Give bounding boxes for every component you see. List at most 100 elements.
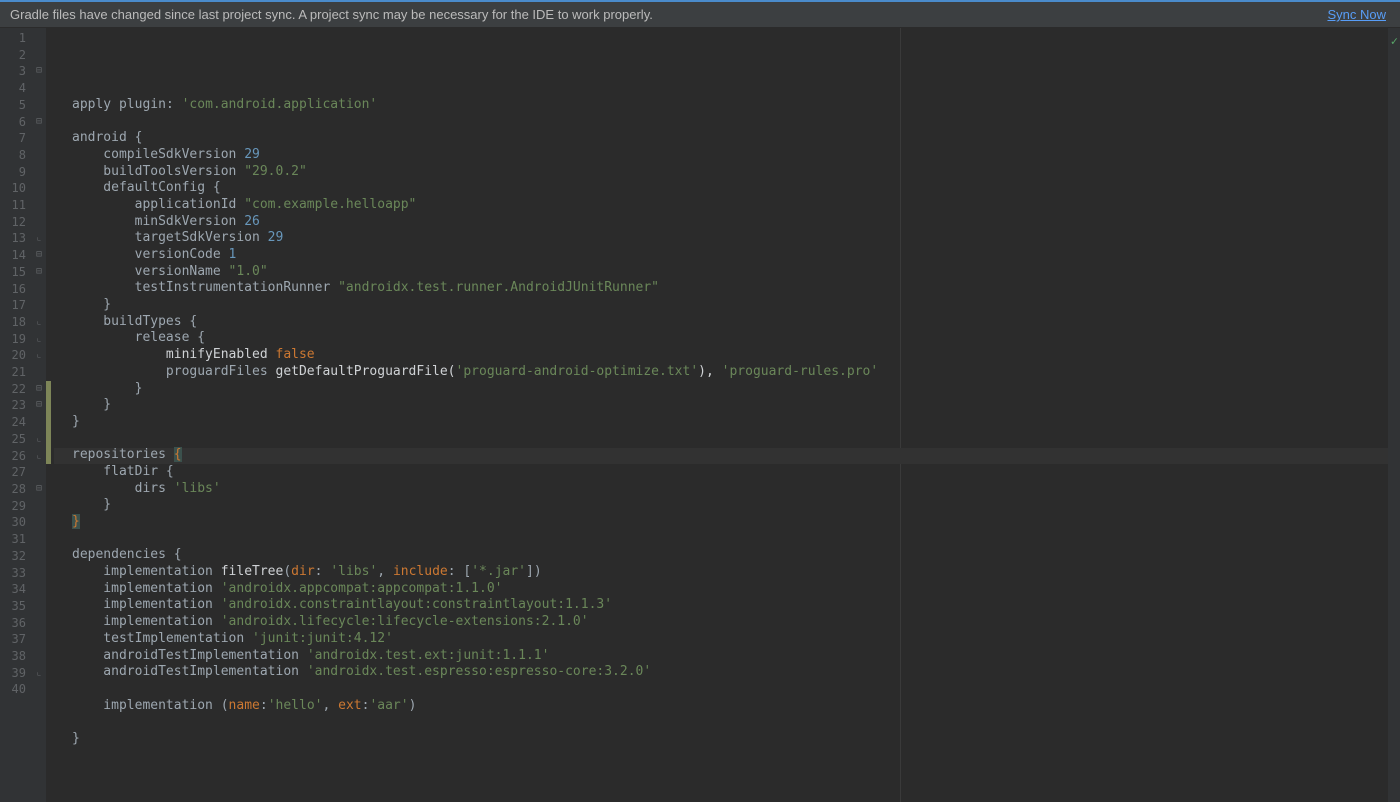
token: ), (698, 364, 721, 379)
token: } (72, 414, 80, 429)
token: 'androidx.appcompat:appcompat:1.1.0' (221, 581, 503, 596)
code-line[interactable]: androidTestImplementation 'androidx.test… (54, 648, 1388, 665)
code-line[interactable]: } (54, 397, 1388, 414)
code-editor[interactable]: 1234567891011121314151617181920212223242… (0, 28, 1400, 802)
code-line[interactable]: flatDir { (54, 464, 1388, 481)
token: 'androidx.test.espresso:espresso-core:3.… (307, 664, 651, 679)
code-line[interactable]: implementation 'androidx.lifecycle:lifec… (54, 614, 1388, 631)
token: androidTestImplementation (72, 664, 307, 679)
code-line[interactable]: repositories { (54, 447, 1388, 464)
code-line[interactable]: defaultConfig { (54, 180, 1388, 197)
code-line[interactable] (54, 714, 1388, 731)
fold-open-icon[interactable]: ⊟ (34, 66, 44, 76)
token: plugin (119, 97, 166, 112)
token: , (377, 564, 393, 579)
token: implementation (72, 564, 221, 579)
fold-open-icon[interactable]: ⊟ (34, 267, 44, 277)
code-line[interactable]: implementation (name:'hello', ext:'aar') (54, 698, 1388, 715)
token: release (72, 330, 197, 345)
code-line[interactable]: } (54, 414, 1388, 431)
code-line[interactable]: buildToolsVersion "29.0.2" (54, 164, 1388, 181)
fold-close-icon[interactable]: ⌞ (34, 668, 44, 678)
fold-close-icon[interactable]: ⌞ (34, 350, 44, 360)
fold-open-icon[interactable]: ⊟ (34, 484, 44, 494)
code-line[interactable]: dependencies { (54, 547, 1388, 564)
token: 26 (244, 214, 260, 229)
code-line[interactable]: implementation fileTree(dir: 'libs', inc… (54, 564, 1388, 581)
token: versionCode (72, 247, 229, 262)
token: } (72, 297, 111, 312)
fold-close-icon[interactable]: ⌞ (34, 334, 44, 344)
line-number: 10 (0, 180, 32, 197)
token: } (72, 731, 80, 746)
code-line[interactable]: androidTestImplementation 'androidx.test… (54, 664, 1388, 681)
fold-open-icon[interactable]: ⊟ (34, 400, 44, 410)
line-number: 38 (0, 648, 32, 665)
code-line[interactable]: android { (54, 130, 1388, 147)
token: 'libs' (174, 481, 221, 496)
token: '*.jar' (471, 564, 526, 579)
token: } (72, 397, 111, 412)
code-line[interactable]: implementation 'androidx.appcompat:appco… (54, 581, 1388, 598)
code-line[interactable]: minSdkVersion 26 (54, 214, 1388, 231)
code-line[interactable]: versionCode 1 (54, 247, 1388, 264)
code-line[interactable] (54, 748, 1388, 765)
token: } (72, 514, 80, 529)
token: false (276, 347, 315, 362)
code-line[interactable] (54, 531, 1388, 548)
code-line[interactable]: buildTypes { (54, 314, 1388, 331)
code-line[interactable]: } (54, 381, 1388, 398)
code-line[interactable]: targetSdkVersion 29 (54, 230, 1388, 247)
token: include (393, 564, 448, 579)
token: 29 (244, 147, 260, 162)
code-line[interactable] (54, 114, 1388, 131)
sync-now-link[interactable]: Sync Now (1327, 7, 1386, 22)
code-line[interactable]: testInstrumentationRunner "androidx.test… (54, 280, 1388, 297)
token: : (166, 97, 182, 112)
token: 'junit:junit:4.12' (252, 631, 393, 646)
fold-close-icon[interactable]: ⌞ (34, 317, 44, 327)
fold-close-icon[interactable]: ⌞ (34, 233, 44, 243)
code-line[interactable]: } (54, 297, 1388, 314)
code-line[interactable] (54, 431, 1388, 448)
token: dependencies (72, 547, 174, 562)
code-line[interactable]: } (54, 731, 1388, 748)
line-number: 16 (0, 281, 32, 298)
fold-close-icon[interactable]: ⌞ (34, 434, 44, 444)
token: 29 (268, 230, 284, 245)
code-line[interactable]: release { (54, 330, 1388, 347)
code-line[interactable]: minifyEnabled false (54, 347, 1388, 364)
fold-open-icon[interactable]: ⊟ (34, 250, 44, 260)
code-line[interactable]: } (54, 497, 1388, 514)
token: ) (409, 698, 417, 713)
sync-banner-message: Gradle files have changed since last pro… (10, 7, 1327, 22)
code-line[interactable]: proguardFiles getDefaultProguardFile('pr… (54, 364, 1388, 381)
fold-close-icon[interactable]: ⌞ (34, 451, 44, 461)
code-line[interactable] (54, 681, 1388, 698)
code-line[interactable]: testImplementation 'junit:junit:4.12' (54, 631, 1388, 648)
token: buildToolsVersion (72, 164, 244, 179)
vcs-change-marker (46, 381, 51, 465)
code-line[interactable]: compileSdkVersion 29 (54, 147, 1388, 164)
code-line[interactable]: dirs 'libs' (54, 481, 1388, 498)
code-area[interactable]: apply plugin: 'com.android.application' a… (54, 28, 1388, 802)
code-line[interactable]: } (54, 514, 1388, 531)
line-number: 12 (0, 214, 32, 231)
fold-open-icon[interactable]: ⊟ (34, 384, 44, 394)
fold-open-icon[interactable]: ⊟ (34, 117, 44, 127)
token: testImplementation (72, 631, 252, 646)
code-line[interactable]: implementation 'androidx.constraintlayou… (54, 597, 1388, 614)
line-number: 2 (0, 47, 32, 64)
token: targetSdkVersion (72, 230, 268, 245)
error-stripe[interactable]: ✓ (1388, 28, 1400, 802)
token: implementation (72, 597, 221, 612)
fold-gutter[interactable]: ⊟ ⊟ ⌞ ⊟ ⊟ ⌞ ⌞ ⌞ ⊟ ⊟ ⌞ ⌞ ⊟ ⌞ (32, 28, 46, 802)
token: 'libs' (330, 564, 377, 579)
code-line[interactable]: apply plugin: 'com.android.application' (54, 97, 1388, 114)
token: { (213, 180, 221, 195)
code-line[interactable]: versionName "1.0" (54, 264, 1388, 281)
line-number: 23 (0, 397, 32, 414)
line-number: 37 (0, 631, 32, 648)
code-line[interactable]: applicationId "com.example.helloapp" (54, 197, 1388, 214)
line-number: 26 (0, 448, 32, 465)
